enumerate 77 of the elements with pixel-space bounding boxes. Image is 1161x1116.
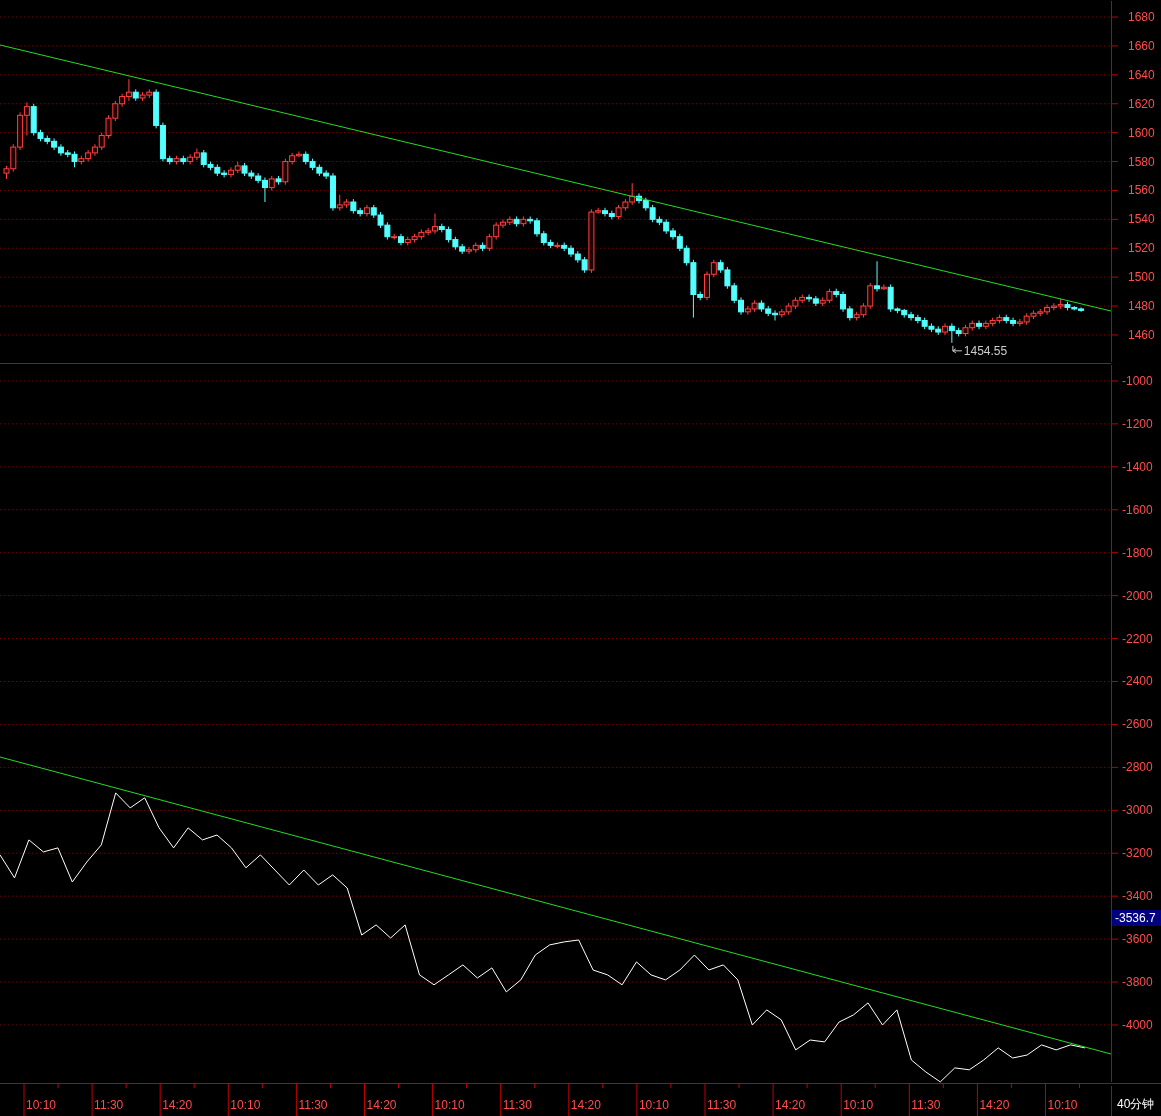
- axis-label: 1600: [1128, 125, 1155, 140]
- candlestick: [105, 114, 112, 139]
- axis-label: -1400: [1122, 459, 1153, 474]
- candlestick: [10, 143, 17, 173]
- price-annotation: 1454.55: [963, 343, 1008, 358]
- arrow-icon: [952, 345, 963, 354]
- axis-label: -3600: [1122, 932, 1153, 947]
- candlestick: [533, 217, 540, 238]
- candlestick: [1016, 318, 1023, 327]
- axis-label: -2000: [1122, 588, 1153, 603]
- axis-label: -2400: [1122, 674, 1153, 689]
- candlestick: [731, 282, 738, 304]
- axis-label: 1640: [1128, 67, 1155, 82]
- candlestick: [499, 218, 506, 229]
- axis-label: -4000: [1122, 1017, 1153, 1032]
- candlestick: [112, 100, 119, 122]
- candlestick: [683, 244, 690, 267]
- candlestick: [125, 78, 132, 102]
- axis-label: -1800: [1122, 545, 1153, 560]
- candlestick: [629, 182, 636, 206]
- axis-label: -3400: [1122, 889, 1153, 904]
- time-label: 10:10: [1047, 1098, 1078, 1112]
- candlestick: [221, 169, 228, 178]
- time-label: 11:30: [911, 1098, 941, 1112]
- candlestick: [187, 153, 194, 165]
- candlestick: [227, 166, 234, 178]
- axis-label: 1540: [1128, 212, 1155, 227]
- candlestick: [23, 101, 30, 137]
- time-label: 11:30: [707, 1098, 737, 1112]
- candlestick: [1044, 304, 1051, 316]
- axis-label: -3000: [1122, 803, 1153, 818]
- time-label: 11:30: [94, 1098, 124, 1112]
- axis-label: -1600: [1122, 502, 1153, 517]
- axis-label: -3200: [1122, 846, 1153, 861]
- axis-label: 1660: [1128, 38, 1155, 53]
- time-label: 14:20: [162, 1098, 193, 1112]
- candlestick: [948, 322, 955, 344]
- axis-label: 1680: [1128, 10, 1155, 25]
- candlestick: [908, 311, 915, 321]
- axis-label: -1200: [1122, 416, 1153, 431]
- axis-label: 1500: [1128, 270, 1155, 285]
- time-label: 10:10: [638, 1098, 669, 1112]
- candlestick: [1050, 302, 1057, 311]
- candlestick: [261, 176, 268, 203]
- time-label: 14:20: [775, 1098, 806, 1112]
- axis-label: -2200: [1122, 631, 1153, 646]
- candlestick: [724, 266, 731, 290]
- time-label: 10:10: [434, 1098, 465, 1112]
- time-label: 10:10: [26, 1098, 57, 1112]
- current-value: -3536.7: [1112, 910, 1161, 926]
- candlestick: [465, 246, 472, 255]
- time-label: 11:30: [502, 1098, 532, 1112]
- time-label: 11:30: [298, 1098, 328, 1112]
- time-label: 10:10: [230, 1098, 261, 1112]
- candlestick: [887, 283, 894, 313]
- candlestick: [840, 291, 847, 313]
- candlestick: [1078, 307, 1085, 313]
- candlestick: [867, 282, 874, 310]
- time-label: 14:20: [366, 1098, 397, 1112]
- candlestick: [704, 270, 711, 301]
- time-label: 14:20: [570, 1098, 601, 1112]
- axis-label: 1580: [1128, 154, 1155, 169]
- axis-label: -1000: [1122, 373, 1153, 388]
- candlestick: [282, 158, 289, 186]
- candlestick: [874, 260, 881, 293]
- axis-label: 1480: [1128, 299, 1155, 314]
- period-button[interactable]: 40分钟: [1112, 1085, 1161, 1116]
- time-label: 10:10: [843, 1098, 874, 1112]
- axis-label: 1560: [1128, 183, 1155, 198]
- axis-label: 1460: [1128, 327, 1155, 342]
- axis-label: 1620: [1128, 96, 1155, 111]
- axis-label: -3800: [1122, 975, 1153, 990]
- axis-label: -2800: [1122, 760, 1153, 775]
- axis-label: 1520: [1128, 241, 1155, 256]
- axis-label: -2600: [1122, 717, 1153, 732]
- candlestick: [431, 213, 438, 235]
- time-label: 14:20: [979, 1098, 1010, 1112]
